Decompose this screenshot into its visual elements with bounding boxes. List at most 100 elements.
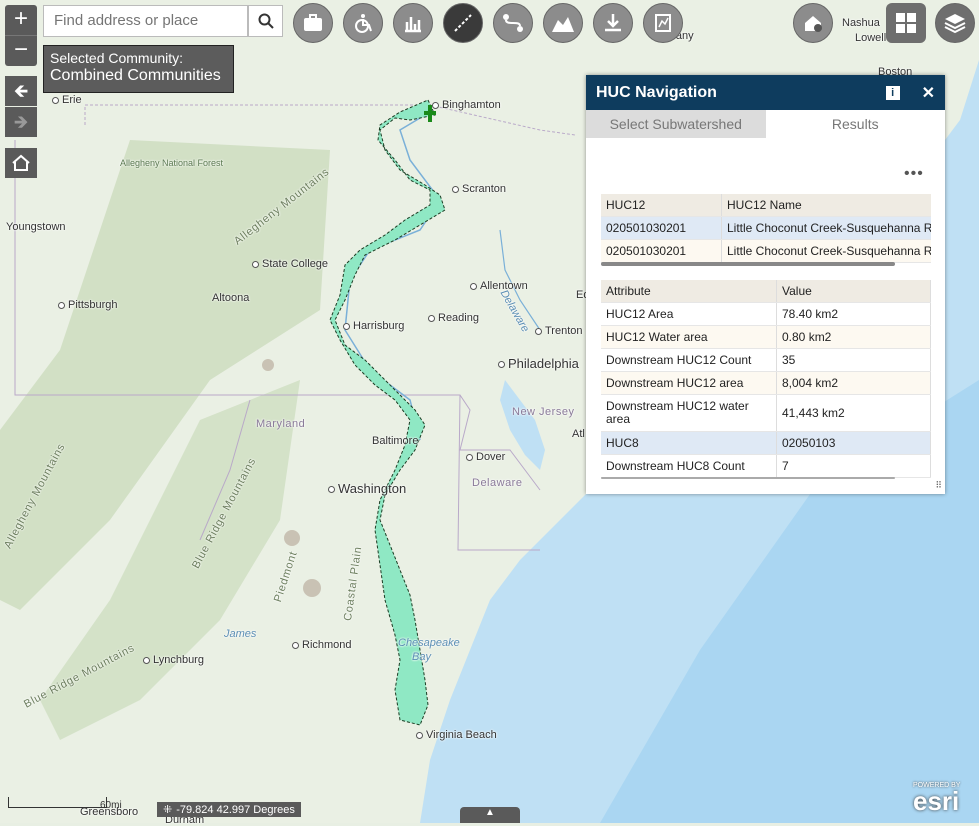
tab-results[interactable]: Results <box>766 110 946 138</box>
wheelchair-tool-button[interactable] <box>343 3 383 43</box>
table-cell: 0.80 km2 <box>776 325 931 349</box>
table-cell: Little Choconut Creek-Susquehanna R <box>721 239 931 263</box>
panel-tabs: Select Subwatershed Results <box>586 110 945 138</box>
info-button[interactable]: i <box>885 85 900 100</box>
back-button[interactable]: 🡸 <box>5 76 37 106</box>
home-icon <box>12 154 30 171</box>
city-label: Youngstown <box>6 221 66 233</box>
table-row[interactable]: 020501030201 Little Choconut Creek-Susqu… <box>601 239 931 263</box>
route-tool-button[interactable] <box>443 3 483 43</box>
more-options-icon[interactable]: ••• <box>904 165 924 183</box>
graph-icon <box>655 14 671 32</box>
chart-tool-button[interactable] <box>393 3 433 43</box>
huc12-table: HUC12 HUC12 Name 020501030201 Little Cho… <box>601 194 931 263</box>
city-label: Pittsburgh <box>58 299 118 311</box>
city-label: Atl <box>572 428 585 440</box>
download-tool-button[interactable] <box>593 3 633 43</box>
chevron-up-icon: ▲ <box>485 807 495 818</box>
city-label: Lynchburg <box>143 654 204 666</box>
panel-header: HUC Navigation i ✕ <box>586 75 945 110</box>
zoom-in-button[interactable]: + <box>5 5 37 35</box>
city-label: State College <box>252 258 328 270</box>
path-icon <box>503 14 523 32</box>
profile-tool-button[interactable] <box>543 3 583 43</box>
table-row: Downstream HUC12 water area 41,443 km2 <box>601 394 931 432</box>
download-icon <box>605 14 621 32</box>
city-label: Altoona <box>212 292 250 304</box>
zoom-out-button[interactable]: − <box>5 35 37 66</box>
table-cell: Downstream HUC12 area <box>601 371 777 395</box>
table-row: HUC12 Area 78.40 km2 <box>601 302 931 326</box>
city-label: Nashua <box>842 17 880 29</box>
community-label: Selected Community: <box>50 50 184 66</box>
arrow-left-icon: 🡸 <box>13 81 29 101</box>
table-row: Downstream HUC12 area 8,004 km2 <box>601 371 931 395</box>
zoom-control: + − <box>5 5 37 66</box>
table-cell: 41,443 km2 <box>776 394 931 432</box>
graph-tool-button[interactable] <box>643 3 683 43</box>
arrow-right-icon: 🡺 <box>13 112 29 132</box>
layers-icon <box>944 14 966 34</box>
search-button[interactable] <box>248 5 283 37</box>
table-cell: HUC12 Water area <box>601 325 777 349</box>
tab-select-subwatershed[interactable]: Select Subwatershed <box>586 110 766 138</box>
briefcase-icon <box>304 14 322 31</box>
city-label: Virginia Beach <box>416 729 497 741</box>
city-label: Dover <box>466 451 505 463</box>
city-label: Erie <box>52 94 82 106</box>
region-label: Allegheny National Forest <box>120 158 224 168</box>
resize-handle[interactable]: ⠿ <box>935 480 942 491</box>
crosshair-icon: ⁜ <box>163 804 173 816</box>
selected-community-box: Selected Community: Combined Communities <box>43 45 234 93</box>
home-button[interactable] <box>5 148 37 178</box>
table-cell: 020501030201 <box>601 239 722 263</box>
column-header[interactable]: Value <box>776 280 931 303</box>
city-label: Richmond <box>292 639 352 651</box>
scale-label: 60mi <box>100 800 122 811</box>
scale-bar <box>8 797 107 808</box>
table-cell: Downstream HUC12 Count <box>601 348 777 372</box>
table-cell: Downstream HUC12 water area <box>601 394 777 432</box>
search-box <box>43 5 254 37</box>
table-cell: HUC8 <box>601 431 777 455</box>
house-check-icon <box>805 16 822 32</box>
table-cell: Little Choconut Creek-Susquehanna R <box>721 216 931 240</box>
community-value: Combined Communities <box>50 67 221 84</box>
table-cell: 35 <box>776 348 931 372</box>
info-icon: i <box>891 86 895 99</box>
layers-button[interactable] <box>935 3 975 43</box>
city-label: Reading <box>428 312 479 324</box>
briefcase-tool-button[interactable] <box>293 3 333 43</box>
table-row[interactable]: 020501030201 Little Choconut Creek-Susqu… <box>601 216 931 240</box>
state-label: New Jersey <box>512 406 575 418</box>
horizontal-scrollbar[interactable] <box>601 262 895 266</box>
table-cell: HUC12 Area <box>601 302 777 326</box>
column-header[interactable]: HUC12 Name <box>721 194 931 217</box>
column-header[interactable]: Attribute <box>601 280 777 303</box>
column-header[interactable]: HUC12 <box>601 194 722 217</box>
city-label: Binghamton <box>432 99 501 111</box>
horizontal-scrollbar[interactable] <box>601 477 895 479</box>
table-row: Downstream HUC12 Count 35 <box>601 348 931 372</box>
close-button[interactable]: ✕ <box>922 83 935 103</box>
attribute-table-container: Attribute Value HUC12 Area 78.40 km2 HUC1… <box>601 280 931 478</box>
huc12-table-container: HUC12 HUC12 Name 020501030201 Little Cho… <box>601 194 931 263</box>
water-label: Chesapeake <box>398 637 460 649</box>
table-cell: 78.40 km2 <box>776 302 931 326</box>
forward-button[interactable]: 🡺 <box>5 107 37 137</box>
attribute-panel-toggle[interactable]: ▲ <box>460 807 520 823</box>
search-icon <box>258 13 274 29</box>
city-label: Baltimore <box>372 435 419 447</box>
attribute-table: Attribute Value HUC12 Area 78.40 km2 HUC1… <box>601 280 931 478</box>
chart-icon <box>405 17 421 33</box>
house-check-button[interactable] <box>793 3 833 43</box>
city-label: Trenton <box>535 325 583 337</box>
search-input[interactable] <box>44 6 254 34</box>
table-cell: Downstream HUC8 Count <box>601 454 777 478</box>
basemap-gallery-button[interactable] <box>886 3 926 43</box>
panel-title: HUC Navigation <box>596 83 717 101</box>
table-cell: 8,004 km2 <box>776 371 931 395</box>
state-label: Delaware <box>472 477 523 489</box>
path-tool-button[interactable] <box>493 3 533 43</box>
coordinate-readout: ⁜ -79.824 42.997 Degrees <box>157 802 301 817</box>
